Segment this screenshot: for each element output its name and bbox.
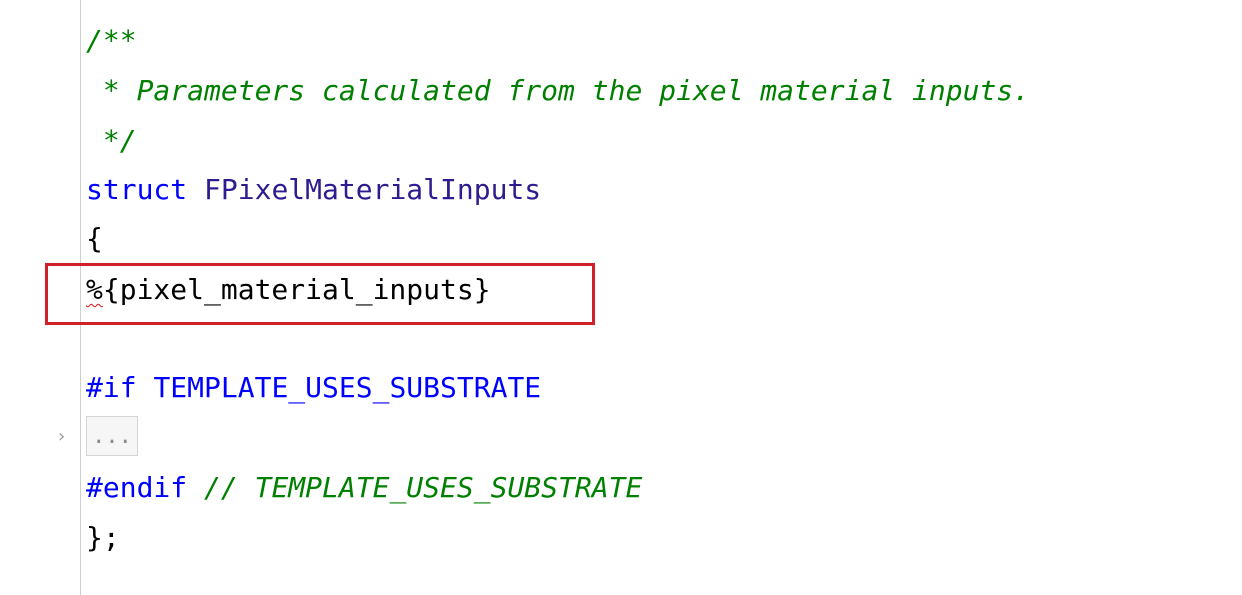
- struct-name: FPixelMaterialInputs: [204, 173, 542, 206]
- highlight-box: [45, 263, 595, 325]
- endif-directive: #endif: [86, 471, 188, 504]
- close-brace-line: };: [86, 521, 120, 554]
- endif-directive-line: #endif // TEMPLATE_USES_SUBSTRATE: [86, 468, 642, 508]
- comment-body-line: * Parameters calculated from the pixel m…: [86, 74, 1031, 107]
- struct-declaration-line: struct FPixelMaterialInputs: [86, 170, 541, 210]
- open-brace-line: {: [86, 222, 103, 255]
- if-condition: TEMPLATE_USES_SUBSTRATE: [153, 371, 542, 404]
- comment-close-line: */: [86, 124, 137, 157]
- chevron-right-icon[interactable]: ›: [58, 425, 74, 449]
- comment-open-line: /**: [86, 24, 137, 57]
- if-directive-line: #if TEMPLATE_USES_SUBSTRATE: [86, 368, 541, 408]
- if-directive: #if: [86, 371, 137, 404]
- folded-region-placeholder[interactable]: ...: [86, 416, 138, 456]
- endif-comment: // TEMPLATE_USES_SUBSTRATE: [204, 471, 643, 504]
- code-editor[interactable]: /** * Parameters calculated from the pix…: [0, 0, 1242, 595]
- struct-keyword: struct: [86, 173, 188, 206]
